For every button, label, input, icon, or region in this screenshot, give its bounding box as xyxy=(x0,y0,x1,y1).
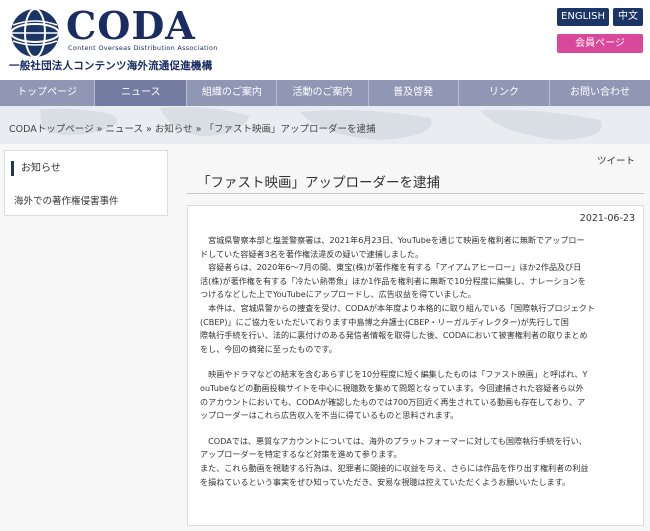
article-text: 宮城県警察本部と塩釜警察署は、2021年6月23日、YouTubeを通じて映画を… xyxy=(200,234,633,489)
article-line: CODAでは、悪質なアカウントについては、海外のプラットフォーマーに対しても国際… xyxy=(200,435,587,446)
article-line: 容疑者らは、2020年6～7月の間、東宝(株)が著作権を有する「アイアムアヒーロ… xyxy=(200,262,582,273)
logo-subtitle: Content Overseas Distribution Associatio… xyxy=(68,44,218,52)
breadcrumb[interactable]: CODAトップページ » ニュース » お知らせ » 「ファスト映画」アップロー… xyxy=(9,121,375,135)
nav-item-awareness[interactable]: 普及啓発 xyxy=(369,80,459,106)
logo-wordmark[interactable]: CODA xyxy=(66,4,196,48)
sidebar-item-notices[interactable]: お知らせ xyxy=(11,161,61,176)
article-line: ップローダーはこれら広告収入を不当に得ているものと思料されます。 xyxy=(200,410,459,421)
article-line: ドしていた容疑者3名を著作権法違反の疑いで逮捕しました。 xyxy=(200,248,424,259)
title-divider xyxy=(187,193,644,194)
article-body: 2021-06-23 宮城県警察本部と塩釜警察署は、2021年6月23日、You… xyxy=(187,205,644,526)
site-header: CODA Content Overseas Distribution Assoc… xyxy=(0,0,650,80)
member-page-button[interactable]: 会員ページ xyxy=(557,34,643,53)
article-line: ouTubeなどの動画投稿サイトを中心に視聴数を集めて問題となっています。今回逮… xyxy=(200,382,584,393)
article-date: 2021-06-23 xyxy=(579,213,635,224)
nav-item-news[interactable]: ニュース xyxy=(95,80,188,106)
article-line: を損ねているという事実をぜひ知っていただき、安易な視聴は控えていただくようお願い… xyxy=(200,476,571,487)
nav-item-top[interactable]: トップページ xyxy=(0,80,96,106)
sidebar: お知らせ 海外での著作権侵害事件 xyxy=(4,150,168,216)
sidebar-item-overseas-cases[interactable]: 海外での著作権侵害事件 xyxy=(14,193,119,207)
organization-name: 一般社団法人コンテンツ海外流通促進機構 xyxy=(9,60,213,72)
article-line: 本件は、宮城県警からの捜査を受け、CODAが本年度より本格的に取り組んでいる「国… xyxy=(200,302,595,313)
tweet-button[interactable]: ツイート xyxy=(597,153,635,167)
article-line: アップローダーを特定するなど対策を進めて参ります。 xyxy=(200,449,402,460)
article-line: 際執行手続を行い、法的に裏付けのある発信者情報を取得した後、CODAにおいて被害… xyxy=(200,330,588,341)
article-line: をし、今回の摘発に至ったものです。 xyxy=(200,343,337,354)
page-title: 「ファスト映画」アップローダーを逮捕 xyxy=(197,175,440,191)
nav-item-activities[interactable]: 活動のご案内 xyxy=(277,80,369,106)
article-line: 宮城県警察本部と塩釜警察署は、2021年6月23日、YouTubeを通じて映画を… xyxy=(200,235,585,245)
chinese-button[interactable]: 中文 xyxy=(613,8,643,26)
article-line: また、これら動画を視聴する行為は、犯罪者に間接的に収益を与え、さらには作品を作り… xyxy=(200,462,589,473)
article-line: のアカウントにおいても、CODAが確認したものでは700万回近く再生されている動… xyxy=(200,396,586,407)
nav-item-organization[interactable]: 組織のご案内 xyxy=(187,80,278,106)
english-button[interactable]: ENGLISH xyxy=(557,8,609,26)
globe-logo-icon xyxy=(10,8,60,58)
nav-item-contact[interactable]: お問い合わせ xyxy=(550,80,650,106)
article-line: つけるなどした上でYouTubeにアップロードし、広告収益を得ていました。 xyxy=(200,289,476,300)
article-line: 映画やドラマなどの結末を含むあらすじを10分程度に短く編集したものは「ファスト映… xyxy=(200,369,588,380)
article-line: 活(株)が著作権を有する「冷たい熱帯魚」ほか1作品を権利者に無断で10分程度に編… xyxy=(200,275,586,286)
main-nav: トップページ ニュース 組織のご案内 活動のご案内 普及啓発 リンク お問い合わ… xyxy=(0,80,650,106)
nav-item-links[interactable]: リンク xyxy=(459,80,550,106)
article-line: (CBEP)」にご協力をいただいております中島博之弁護士(CBEP・リーガルディ… xyxy=(200,316,569,327)
